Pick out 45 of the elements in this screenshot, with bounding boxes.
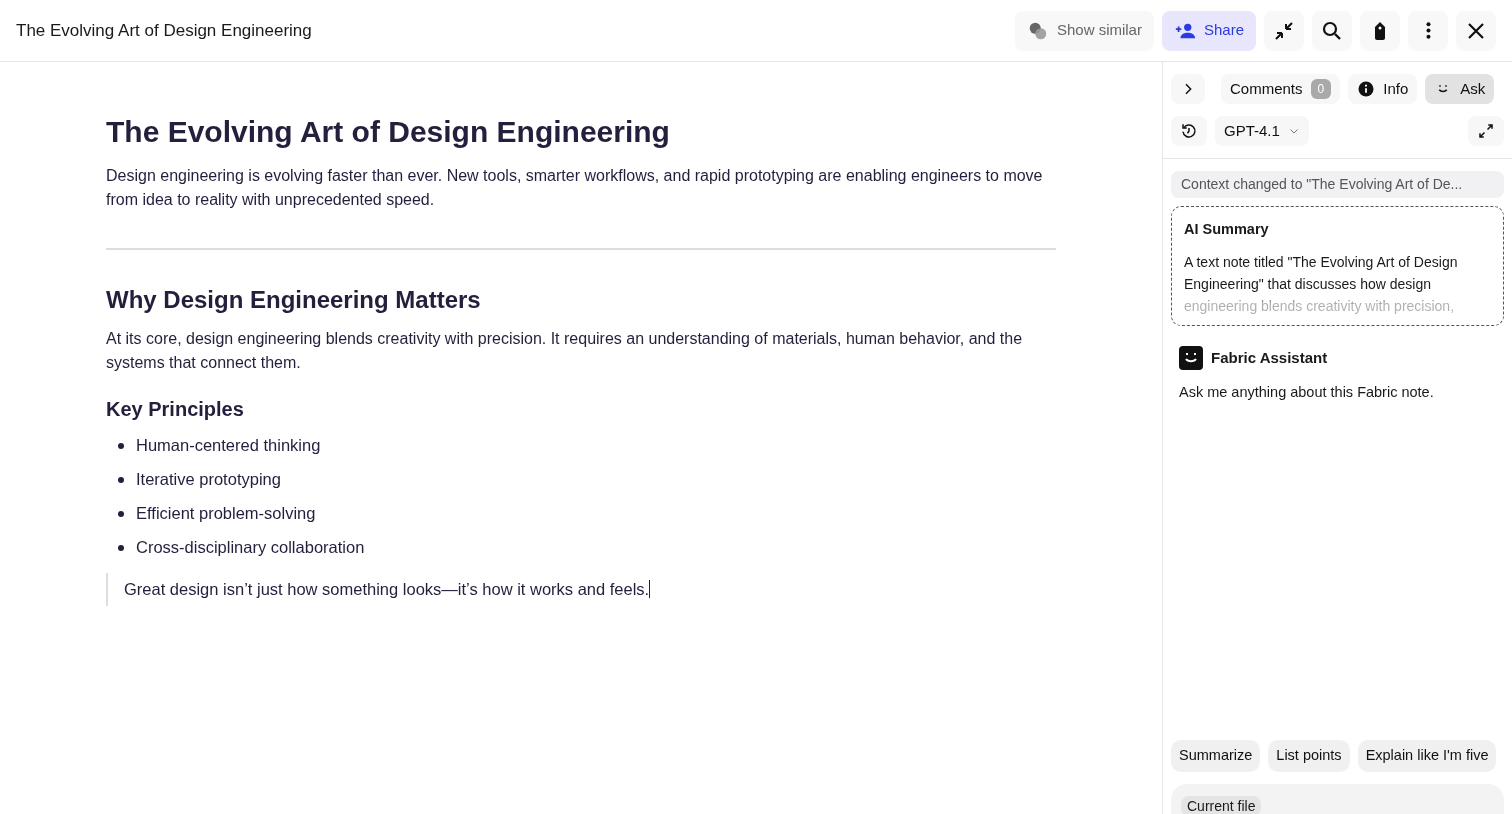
close-button[interactable] — [1456, 10, 1496, 51]
smile-avatar-icon — [1179, 346, 1203, 370]
history-button[interactable] — [1171, 116, 1207, 146]
list-item: Cross-disciplinary collaboration — [136, 537, 365, 559]
document-title: The Evolving Art of Design Engineering — [106, 114, 671, 150]
panel-tab[interactable]: Info — [1348, 74, 1418, 104]
panel-tab[interactable]: Ask — [1425, 74, 1495, 104]
expand-icon — [1477, 122, 1495, 140]
search-button[interactable] — [1312, 10, 1352, 51]
bullet-icon — [118, 510, 124, 517]
expand-button[interactable] — [1468, 116, 1504, 146]
paragraph: At its core, design engineering blends creativity with precision. It requires an understanding of materials, human behavior, and the systems that connect them. — [106, 328, 1024, 373]
bullet-icon — [118, 476, 124, 483]
bullet-icon — [118, 544, 124, 551]
text-cursor — [649, 580, 651, 599]
show-similar-button[interactable]: Show similar — [1014, 10, 1154, 51]
window-title: The Evolving Art of Design Engineering — [16, 19, 313, 42]
tag-button[interactable] — [1360, 10, 1400, 51]
panel-tab[interactable]: Comments 0 — [1221, 74, 1341, 104]
list-item: Human-centered thinking — [136, 435, 321, 457]
info-icon — [1357, 80, 1376, 98]
more-icon — [1425, 22, 1431, 39]
share-button[interactable]: Share — [1161, 10, 1256, 51]
blockquote: Great design isn’t just how something looks—it’s how it works and feels. — [124, 578, 650, 600]
model-dropdown[interactable]: GPT-4.1 — [1215, 116, 1309, 146]
context-notice: Context changed to "The Evolving Art of De... — [1171, 171, 1504, 198]
subheading: Key Principles — [106, 396, 245, 421]
section-heading: Why Design Engineering Matters — [106, 286, 482, 315]
list-item: Efficient problem-solving — [136, 503, 316, 525]
context-chip[interactable]: Current file — [1181, 796, 1262, 814]
more-button[interactable] — [1408, 10, 1448, 51]
list-item: Iterative prototyping — [136, 469, 281, 491]
history-icon — [1180, 122, 1198, 140]
count-badge: 0 — [1310, 79, 1332, 99]
suggestion-chip[interactable]: Summarize — [1171, 740, 1261, 772]
suggestion-chip[interactable]: Explain like I'm five — [1357, 740, 1497, 772]
paragraph: Design engineering is evolving faster than ever. New tools, smarter workflows, and rapid prototyping are enabling engineers to move from idea to reality with unprecedented speed. — [106, 166, 1044, 210]
summary-text: A text note titled "The Evolving Art of Design Engineering" that discusses how design engineering blends creativity with precision, — [1184, 252, 1459, 316]
suggestion-chip[interactable]: List points — [1268, 740, 1350, 772]
assistant-message: Ask me anything about this Fabric note. — [1178, 383, 1435, 402]
assistant-name: Fabric Assistant — [1211, 347, 1328, 368]
chat-input[interactable]: Current file — [1171, 784, 1504, 814]
bullet-icon — [118, 442, 124, 449]
summary-title: AI Summary — [1184, 220, 1270, 239]
collapse-button[interactable] — [1264, 10, 1304, 51]
